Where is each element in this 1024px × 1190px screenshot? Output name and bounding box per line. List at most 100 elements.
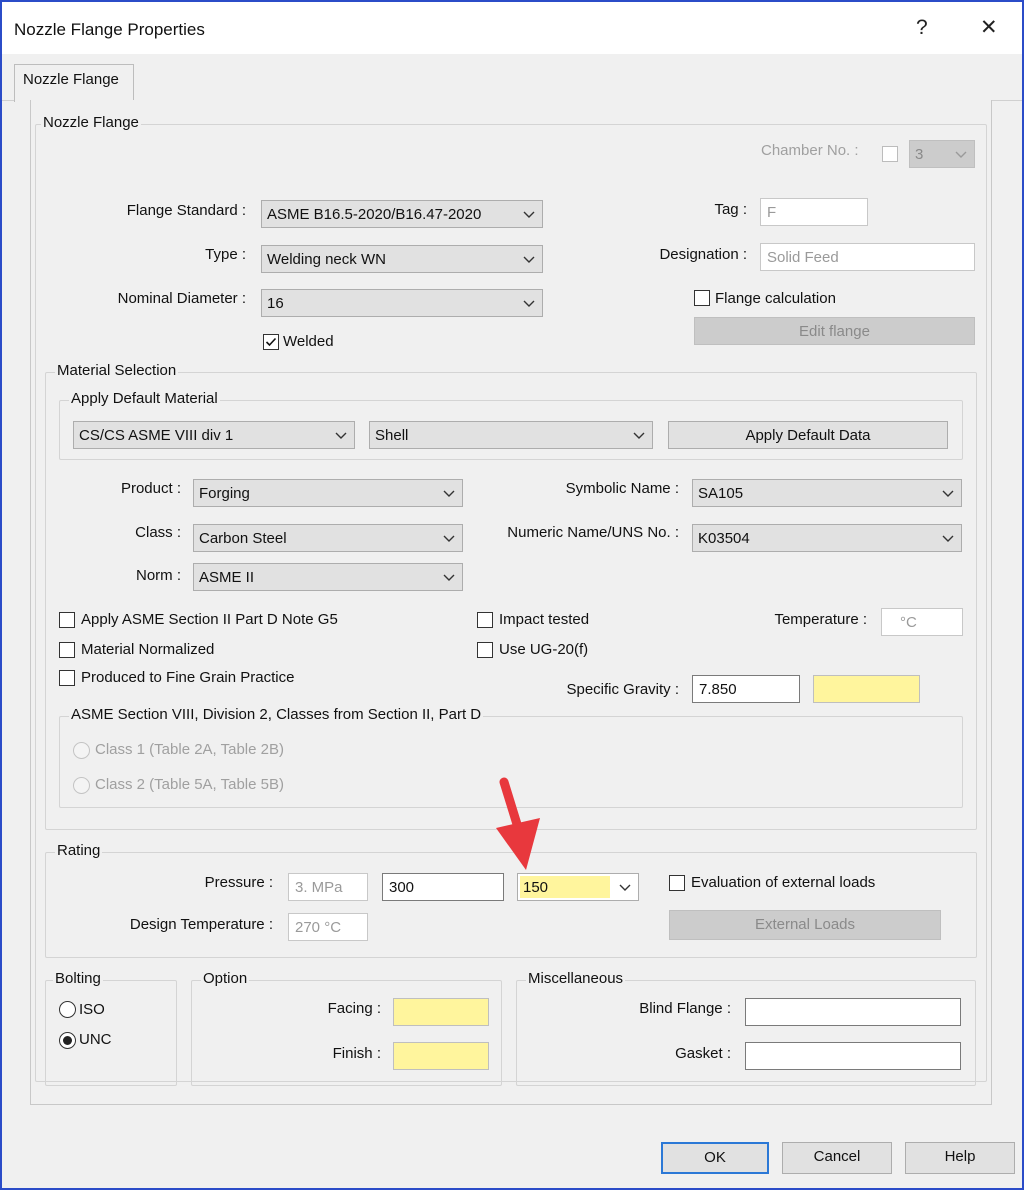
material-normalized-checkbox[interactable] — [59, 642, 75, 658]
dialog-title: Nozzle Flange Properties — [14, 20, 205, 39]
welded-checkbox[interactable] — [263, 334, 279, 350]
norm-label: Norm : — [136, 567, 181, 584]
nominal-diameter-select[interactable]: 16 — [261, 289, 543, 317]
class1-label: Class 1 (Table 2A, Table 2B) — [95, 741, 284, 758]
material-selection-title: Material Selection — [55, 362, 179, 379]
class2-label: Class 2 (Table 5A, Table 5B) — [95, 776, 284, 793]
tab-label: Nozzle Flange — [23, 71, 119, 88]
type-select[interactable]: Welding neck WN — [261, 245, 543, 273]
specific-gravity-label: Specific Gravity : — [566, 681, 679, 698]
chevron-down-icon — [942, 490, 954, 497]
title-bar: Nozzle Flange Properties ? ✕ — [2, 2, 1022, 54]
fine-grain-checkbox[interactable] — [59, 670, 75, 686]
use-ug20-checkbox[interactable] — [477, 642, 493, 658]
edit-flange-button[interactable]: Edit flange — [694, 317, 975, 345]
class2-radio[interactable] — [73, 777, 90, 794]
type-label: Type : — [205, 246, 246, 263]
default-material-select[interactable]: CS/CS ASME VIII div 1 — [73, 421, 355, 449]
temperature-label: Temperature : — [774, 611, 867, 628]
miscellaneous-title: Miscellaneous — [526, 970, 626, 987]
rating-title: Rating — [55, 842, 103, 859]
designation-label: Designation : — [659, 246, 747, 263]
class1-radio[interactable] — [73, 742, 90, 759]
iso-radio[interactable] — [59, 1001, 76, 1018]
chamber-label: Chamber No. : — [761, 142, 859, 159]
numeric-name-label: Numeric Name/UNS No. : — [507, 524, 679, 541]
symbolic-name-label: Symbolic Name : — [565, 480, 679, 497]
chevron-down-icon — [335, 432, 347, 439]
designation-field[interactable]: Solid Feed — [760, 243, 975, 271]
dialog-window: Nozzle Flange Properties ? ✕ Nozzle Flan… — [0, 0, 1024, 1190]
product-label: Product : — [120, 480, 181, 497]
pressure-label: Pressure : — [204, 874, 273, 891]
flange-standard-label: Flange Standard : — [126, 202, 246, 219]
help-icon[interactable]: ? — [916, 16, 928, 40]
tag-label: Tag : — [714, 201, 747, 218]
chevron-down-icon — [633, 432, 645, 439]
unc-label: UNC — [79, 1031, 112, 1048]
finish-field[interactable] — [393, 1042, 489, 1070]
chevron-down-icon — [523, 300, 535, 307]
blind-flange-label: Blind Flange : — [639, 1000, 731, 1017]
ok-button[interactable]: OK — [661, 1142, 769, 1174]
gasket-label: Gasket : — [675, 1045, 731, 1062]
tab-page: Nozzle Flange Chamber No. : 3 Flange Sta… — [30, 100, 992, 1105]
specific-gravity-unit-field[interactable] — [813, 675, 920, 703]
design-temperature-field[interactable]: 270 °C — [288, 913, 368, 941]
chevron-down-icon — [942, 535, 954, 542]
annotation-arrow-icon — [496, 777, 540, 870]
gasket-field[interactable] — [745, 1042, 961, 1070]
chamber-checkbox[interactable] — [882, 146, 898, 162]
apply-default-data-button[interactable]: Apply Default Data — [668, 421, 948, 449]
welded-label: Welded — [283, 333, 334, 350]
chevron-down-icon — [443, 574, 455, 581]
pressure-class-select[interactable]: 150 — [517, 873, 639, 901]
option-title: Option — [201, 970, 250, 987]
check-icon — [265, 337, 277, 347]
bolting-title: Bolting — [53, 970, 103, 987]
note-g5-checkbox[interactable] — [59, 612, 75, 628]
iso-label: ISO — [79, 1001, 105, 1018]
note-g5-label: Apply ASME Section II Part D Note G5 — [81, 611, 338, 628]
numeric-name-select[interactable]: K03504 — [692, 524, 962, 552]
use-ug20-label: Use UG-20(f) — [499, 641, 589, 658]
nominal-diameter-label: Nominal Diameter : — [117, 290, 246, 307]
external-loads-button[interactable]: External Loads — [669, 910, 941, 940]
external-loads-checkbox[interactable] — [669, 875, 685, 891]
facing-field[interactable] — [393, 998, 489, 1026]
fine-grain-label: Produced to Fine Grain Practice — [81, 669, 295, 686]
blind-flange-field[interactable] — [745, 998, 961, 1026]
chevron-down-icon — [523, 256, 535, 263]
miscellaneous-group — [516, 980, 976, 1086]
flange-calculation-label: Flange calculation — [715, 290, 836, 307]
chevron-down-icon — [619, 884, 631, 891]
cancel-button[interactable]: Cancel — [782, 1142, 892, 1174]
finish-label: Finish : — [332, 1045, 381, 1062]
pressure-field[interactable]: 300 — [382, 873, 504, 901]
chamber-select[interactable]: 3 — [909, 140, 975, 168]
chevron-down-icon — [443, 490, 455, 497]
nozzle-flange-group-title: Nozzle Flange — [41, 114, 141, 131]
impact-tested-checkbox[interactable] — [477, 612, 493, 628]
symbolic-name-select[interactable]: SA105 — [692, 479, 962, 507]
close-icon[interactable]: ✕ — [980, 15, 998, 40]
temperature-field[interactable]: °C — [881, 608, 963, 636]
product-select[interactable]: Forging — [193, 479, 463, 507]
chevron-down-icon — [443, 535, 455, 542]
unc-radio[interactable] — [59, 1032, 76, 1049]
chevron-down-icon — [955, 151, 967, 158]
material-normalized-label: Material Normalized — [81, 641, 215, 658]
default-material-title: Apply Default Material — [69, 390, 220, 407]
norm-select[interactable]: ASME II — [193, 563, 463, 591]
tab-nozzle-flange[interactable]: Nozzle Flange — [14, 64, 134, 102]
specific-gravity-field[interactable]: 7.850 — [692, 675, 800, 703]
pressure-unit-field[interactable]: 3. MPa — [288, 873, 368, 901]
facing-label: Facing : — [327, 1000, 381, 1017]
tag-field[interactable]: F — [760, 198, 868, 226]
help-button[interactable]: Help — [905, 1142, 1015, 1174]
flange-standard-select[interactable]: ASME B16.5-2020/B16.47-2020 — [261, 200, 543, 228]
design-temperature-label: Design Temperature : — [129, 916, 273, 933]
class-select[interactable]: Carbon Steel — [193, 524, 463, 552]
default-part-select[interactable]: Shell — [369, 421, 653, 449]
flange-calculation-checkbox[interactable] — [694, 290, 710, 306]
